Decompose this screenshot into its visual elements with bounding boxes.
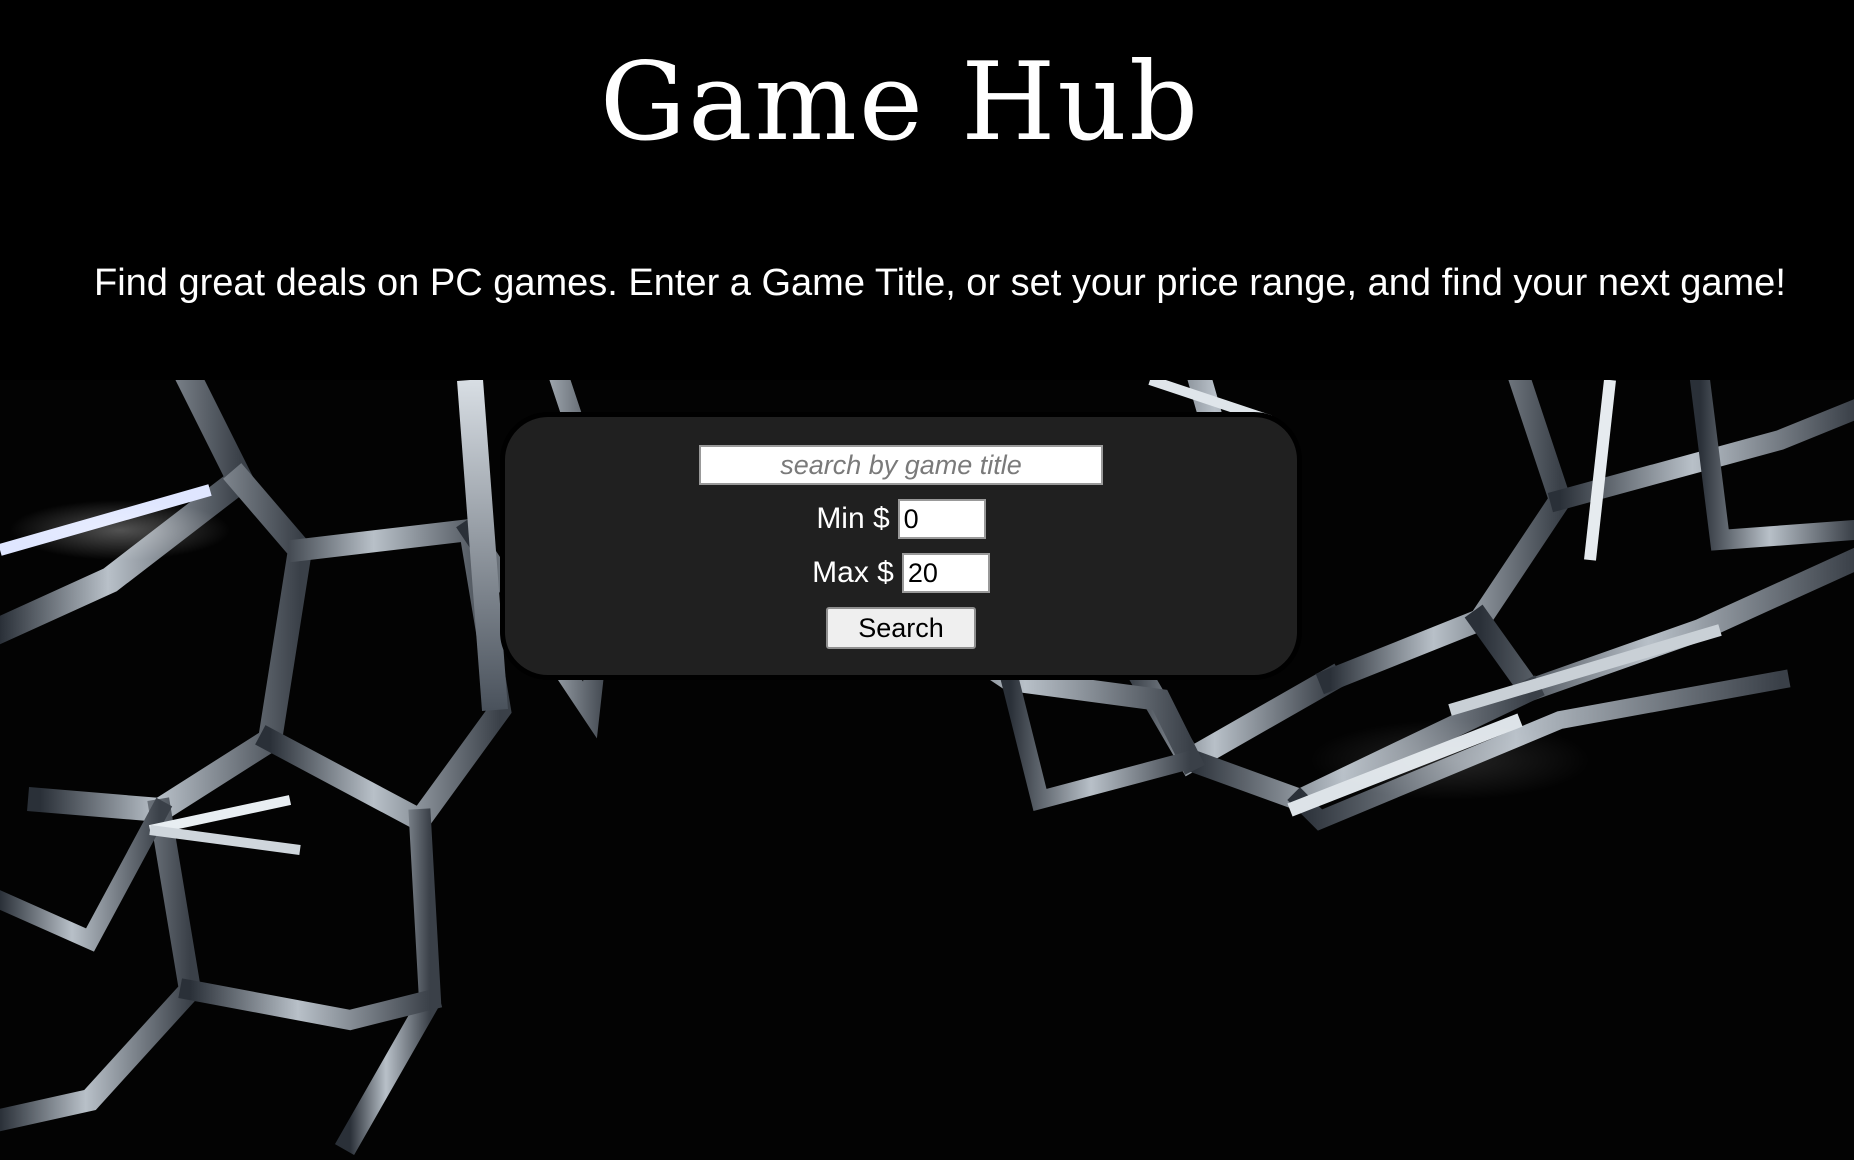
max-price-row: Max $: [505, 553, 1297, 593]
tagline: Find great deals on PC games. Enter a Ga…: [94, 262, 1786, 304]
title-search-input[interactable]: [699, 445, 1103, 485]
min-price-label: Min $: [816, 502, 890, 535]
min-price-row: Min $: [505, 499, 1297, 539]
title-search-row: [505, 445, 1297, 485]
search-button[interactable]: Search: [826, 607, 976, 649]
search-panel: Min $ Max $ Search: [500, 412, 1302, 680]
search-button-row: Search: [505, 607, 1297, 649]
site-title: Game Hub: [599, 40, 1201, 165]
max-price-input[interactable]: [901, 553, 990, 593]
page: Game Hub Find great deals on PC games. E…: [0, 0, 1854, 1160]
min-price-input[interactable]: [897, 499, 986, 539]
max-price-label: Max $: [812, 556, 894, 589]
